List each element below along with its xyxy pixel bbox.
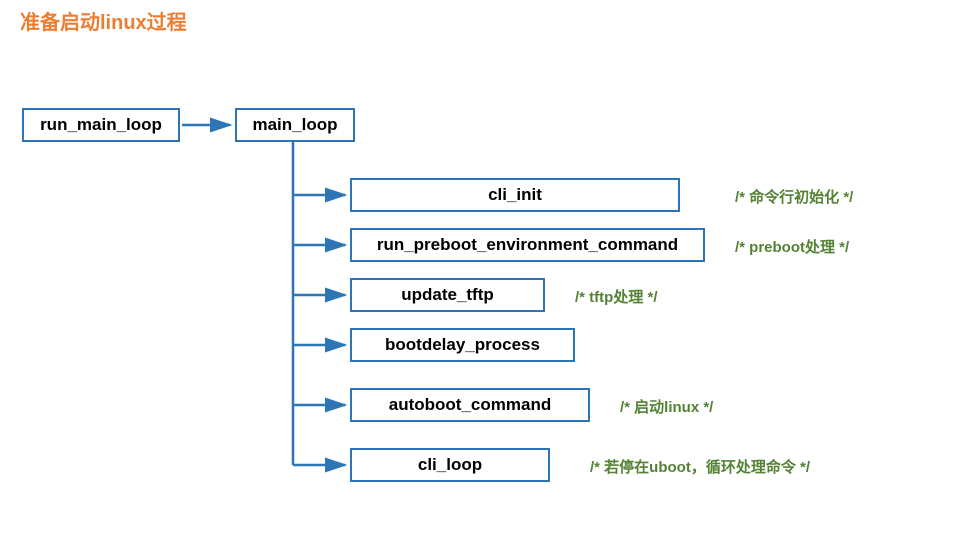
box-autoboot-command: autoboot_command xyxy=(350,388,590,422)
comment-cli-loop: /* 若停在uboot，循环处理命令 */ xyxy=(590,456,810,477)
box-bootdelay-process: bootdelay_process xyxy=(350,328,575,362)
box-cli-init: cli_init xyxy=(350,178,680,212)
box-label: run_main_loop xyxy=(40,115,162,135)
box-label: update_tftp xyxy=(401,285,494,305)
comment-autoboot: /* 启动linux */ xyxy=(620,396,713,417)
comment-tftp: /* tftp处理 */ xyxy=(575,286,658,307)
box-label: autoboot_command xyxy=(389,395,551,415)
box-cli-loop: cli_loop xyxy=(350,448,550,482)
box-run-main-loop: run_main_loop xyxy=(22,108,180,142)
box-main-loop: main_loop xyxy=(235,108,355,142)
comment-cli-init: /* 命令行初始化 */ xyxy=(735,186,853,207)
box-label: run_preboot_environment_command xyxy=(377,235,678,255)
box-label: cli_loop xyxy=(418,455,482,475)
box-label: cli_init xyxy=(488,185,542,205)
box-label: bootdelay_process xyxy=(385,335,540,355)
box-update-tftp: update_tftp xyxy=(350,278,545,312)
page-title: 准备启动linux过程 xyxy=(20,6,187,35)
box-run-preboot: run_preboot_environment_command xyxy=(350,228,705,262)
box-label: main_loop xyxy=(252,115,337,135)
comment-preboot: /* preboot处理 */ xyxy=(735,236,849,257)
